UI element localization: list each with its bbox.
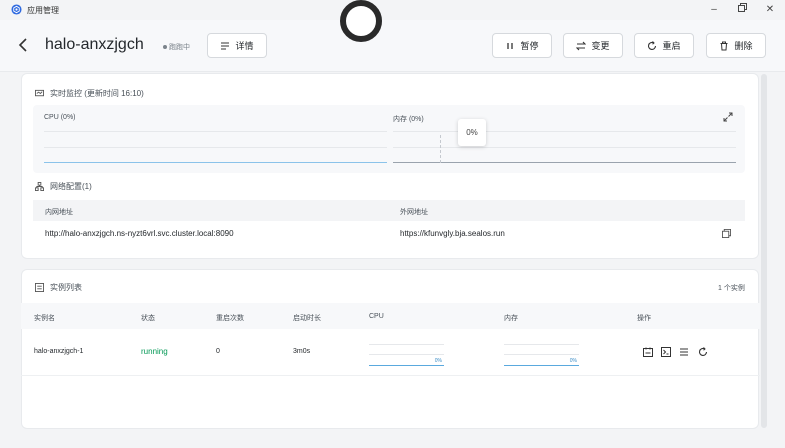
logs-icon[interactable]	[643, 347, 653, 357]
list-icon	[221, 41, 230, 50]
instance-uptime: 3m0s	[293, 348, 311, 355]
external-address-header: 外网地址	[400, 209, 428, 216]
trash-icon	[720, 41, 728, 50]
expand-icon[interactable]	[723, 112, 733, 122]
network-table-header: 内网地址 外网地址	[33, 200, 745, 221]
app-name: halo-anxzjgch	[45, 36, 144, 53]
instance-restarts: 0	[216, 348, 220, 355]
internal-address-header: 内网地址	[45, 209, 73, 216]
close-icon[interactable]: ✕	[763, 3, 777, 17]
row-divider	[21, 375, 760, 376]
col-name: 实例名	[34, 315, 55, 322]
app-logo-icon	[11, 4, 22, 15]
monitor-icon	[35, 89, 44, 97]
restart-instance-icon[interactable]	[698, 347, 708, 357]
back-arrow-icon[interactable]	[16, 37, 30, 53]
col-restarts: 重启次数	[216, 315, 244, 322]
chart-tooltip: 0%	[458, 119, 486, 146]
restore-icon[interactable]	[735, 3, 749, 17]
cpu-label: CPU (0%)	[44, 114, 76, 121]
instance-memory-value: 0%	[569, 358, 577, 364]
cpu-chart-line	[44, 162, 387, 163]
instance-name: halo-anxzjgch-1	[34, 348, 84, 355]
hover-crosshair	[440, 135, 441, 163]
cpu-gridline	[44, 147, 387, 148]
memory-chart-line	[393, 162, 736, 163]
external-address[interactable]: https://kfunvgly.bja.sealos.run	[400, 229, 505, 238]
instance-cpu-value: 0%	[434, 358, 442, 364]
instance-table-header: 实例名 状态 重启次数 启动时长 CPU 内存 操作	[21, 303, 760, 329]
loading-indicator	[340, 0, 382, 42]
memory-gridline	[393, 131, 736, 132]
swap-icon	[576, 41, 587, 50]
instance-list-icon	[35, 283, 44, 292]
internal-address[interactable]: http://halo-anxzjgch.ns-nyzt6vrl.svc.clu…	[45, 229, 234, 238]
col-memory: 内存	[504, 315, 518, 322]
detail-button[interactable]: 详情	[207, 33, 267, 58]
app-detail-header: halo-anxzjgch 跑跑中 详情 暂停 变更 重启 删除	[0, 20, 785, 72]
terminal-icon[interactable]	[661, 347, 671, 357]
instance-count: 1 个实例	[718, 285, 745, 292]
network-title: 网络配置(1)	[35, 181, 92, 192]
instance-status: running	[141, 347, 168, 356]
scrollbar[interactable]	[761, 74, 767, 428]
memory-gridline	[393, 147, 736, 148]
cpu-gridline	[44, 131, 387, 132]
pause-button[interactable]: 暂停	[492, 33, 552, 58]
monitor-title: 实时监控 (更新时间 16:10)	[35, 88, 144, 99]
delete-button[interactable]: 删除	[706, 33, 766, 58]
instance-cpu-chart: 0%	[369, 344, 444, 366]
col-uptime: 启动时长	[293, 315, 321, 322]
restart-icon	[648, 40, 657, 50]
col-cpu: CPU	[369, 313, 384, 320]
details-icon[interactable]	[679, 347, 689, 357]
col-actions: 操作	[637, 315, 651, 322]
pause-icon	[507, 42, 514, 49]
col-status: 状态	[141, 315, 155, 322]
change-button[interactable]: 变更	[563, 33, 623, 58]
status-text: 跑跑中	[169, 44, 190, 51]
copy-icon[interactable]	[722, 229, 731, 238]
network-icon	[35, 182, 44, 191]
instance-title: 实例列表	[35, 282, 82, 293]
window-titlebar: 应用管理 – ✕	[0, 0, 785, 20]
status-badge: 跑跑中	[163, 42, 190, 52]
window-title: 应用管理	[27, 6, 59, 15]
instance-memory-chart: 0%	[504, 344, 579, 366]
restart-button[interactable]: 重启	[634, 33, 694, 58]
minimize-icon[interactable]: –	[707, 3, 721, 17]
memory-label: 内存 (0%)	[393, 116, 424, 123]
